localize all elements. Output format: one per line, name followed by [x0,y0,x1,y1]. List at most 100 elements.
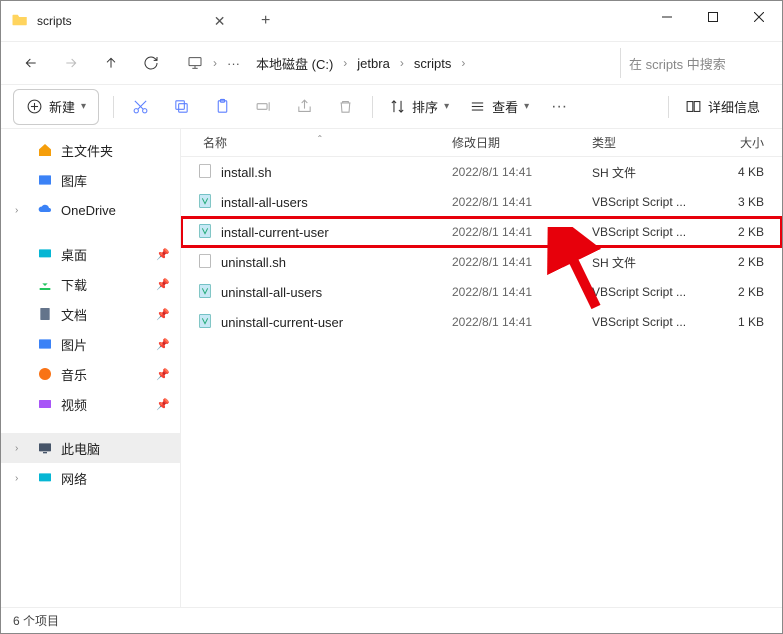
sidebar: 主文件夹 图库 › OneDrive 桌面 📌 下载 📌 文档 📌 [1,129,181,607]
file-size: 2 KB [712,225,782,239]
delete-button[interactable] [325,89,366,125]
status-text: 6 个项目 [13,612,59,629]
sidebar-item-gallery[interactable]: 图库 [1,165,180,195]
chevron-right-icon[interactable]: › [15,443,18,454]
file-row[interactable]: uninstall.sh 2022/8/1 14:41SH 文件2 KB [181,247,782,277]
sidebar-item-network[interactable]: › 网络 [1,463,180,493]
file-name: install-all-users [221,195,308,210]
file-icon [197,193,213,212]
file-row[interactable]: uninstall-current-user 2022/8/1 14:41VBSc… [181,307,782,337]
file-row[interactable]: install-all-users2022/8/1 14:41VBScript … [181,187,782,217]
minimize-button[interactable] [644,1,690,33]
chevron-right-icon[interactable]: › [400,56,404,70]
rename-button[interactable] [243,89,284,125]
new-button[interactable]: 新建 ▾ [13,89,99,125]
status-bar: 6 个项目 [1,607,782,633]
back-button[interactable] [13,45,49,81]
pin-icon: 📌 [156,248,170,261]
paste-button[interactable] [202,89,243,125]
file-type: SH 文件 [592,164,712,181]
file-size: 2 KB [712,255,782,269]
tab-close-button[interactable]: ✕ [208,9,232,33]
chevron-right-icon[interactable]: › [15,473,18,484]
file-date: 2022/8/1 14:41 [452,195,592,209]
pin-icon: 📌 [156,308,170,321]
file-size: 4 KB [712,165,782,179]
up-button[interactable] [93,45,129,81]
file-type: VBScript Script ... [592,225,712,239]
file-icon [197,223,213,242]
file-size: 1 KB [712,315,782,329]
more-button[interactable]: ··· [539,89,579,125]
file-name: install-current-user [221,225,329,240]
file-icon [197,283,213,302]
pin-icon: 📌 [156,398,170,411]
file-size: 3 KB [712,195,782,209]
file-name: uninstall-current-user [221,315,343,330]
pin-icon: 📌 [156,278,170,291]
address-bar: › ··· 本地磁盘 (C:) › jetbra › scripts › 在 s… [1,41,782,85]
chevron-down-icon: ▾ [524,101,529,112]
window-controls [644,1,782,33]
search-input[interactable]: 在 scripts 中搜索 [620,48,770,78]
breadcrumb-item[interactable]: jetbra [351,52,396,75]
folder-icon [11,11,29,32]
file-row[interactable]: install.sh 2022/8/1 14:41SH 文件4 KB [181,157,782,187]
sidebar-item-pictures[interactable]: 图片 📌 [1,329,180,359]
view-button[interactable]: 查看 ▾ [459,89,539,125]
file-row[interactable]: uninstall-all-users2022/8/1 14:41VBScrip… [181,277,782,307]
window-tab[interactable]: scripts ✕ [1,3,248,39]
breadcrumb-item[interactable]: 本地磁盘 (C:) [250,50,339,77]
file-type: SH 文件 [592,254,712,271]
sidebar-item-onedrive[interactable]: › OneDrive [1,195,180,225]
file-icon [197,163,213,182]
toolbar: 新建 ▾ 排序 ▾ 查看 ▾ ··· 详细信息 [1,85,782,129]
breadcrumb[interactable]: › ··· 本地磁盘 (C:) › jetbra › scripts › [173,50,616,77]
file-icon [197,313,213,332]
column-size[interactable]: 大小 [712,134,782,151]
close-button[interactable] [736,1,782,33]
forward-button[interactable] [53,45,89,81]
sidebar-item-music[interactable]: 音乐 📌 [1,359,180,389]
sidebar-item-documents[interactable]: 文档 📌 [1,299,180,329]
column-type[interactable]: 类型 [592,134,712,151]
column-headers[interactable]: ⌃ 名称 修改日期 类型 大小 [181,129,782,157]
chevron-right-icon[interactable]: › [15,205,18,216]
tab-title: scripts [37,14,72,28]
file-name: install.sh [221,165,272,180]
column-date[interactable]: 修改日期 [452,134,592,151]
sidebar-item-home[interactable]: 主文件夹 [1,135,180,165]
file-name: uninstall.sh [221,255,286,270]
chevron-right-icon[interactable]: › [343,56,347,70]
cut-button[interactable] [120,89,161,125]
file-date: 2022/8/1 14:41 [452,225,592,239]
file-type: VBScript Script ... [592,285,712,299]
file-type: VBScript Script ... [592,315,712,329]
pin-icon: 📌 [156,338,170,351]
sidebar-item-downloads[interactable]: 下载 📌 [1,269,180,299]
file-icon [197,253,213,272]
sort-button[interactable]: 排序 ▾ [379,89,459,125]
sidebar-item-thispc[interactable]: › 此电脑 [1,433,180,463]
pin-icon: 📌 [156,368,170,381]
details-button[interactable]: 详细信息 [675,89,770,125]
share-button[interactable] [284,89,325,125]
maximize-button[interactable] [690,1,736,33]
refresh-button[interactable] [133,45,169,81]
file-row[interactable]: install-current-user 2022/8/1 14:41VBScri… [181,217,782,247]
chevron-down-icon: ▾ [444,101,449,112]
sidebar-item-videos[interactable]: 视频 📌 [1,389,180,419]
file-list[interactable]: install.sh2022/8/1 14:41SH 文件4 KBinstall… [181,157,782,607]
file-date: 2022/8/1 14:41 [452,255,592,269]
chevron-right-icon[interactable]: › [213,56,217,70]
file-date: 2022/8/1 14:41 [452,315,592,329]
pc-icon[interactable] [181,51,209,75]
breadcrumb-item[interactable]: scripts [408,52,458,75]
sidebar-item-desktop[interactable]: 桌面 📌 [1,239,180,269]
breadcrumb-ellipsis[interactable]: ··· [221,52,246,75]
copy-button[interactable] [161,89,202,125]
chevron-right-icon[interactable]: › [461,56,465,70]
file-size: 2 KB [712,285,782,299]
file-date: 2022/8/1 14:41 [452,165,592,179]
file-name: uninstall-all-users [221,285,322,300]
